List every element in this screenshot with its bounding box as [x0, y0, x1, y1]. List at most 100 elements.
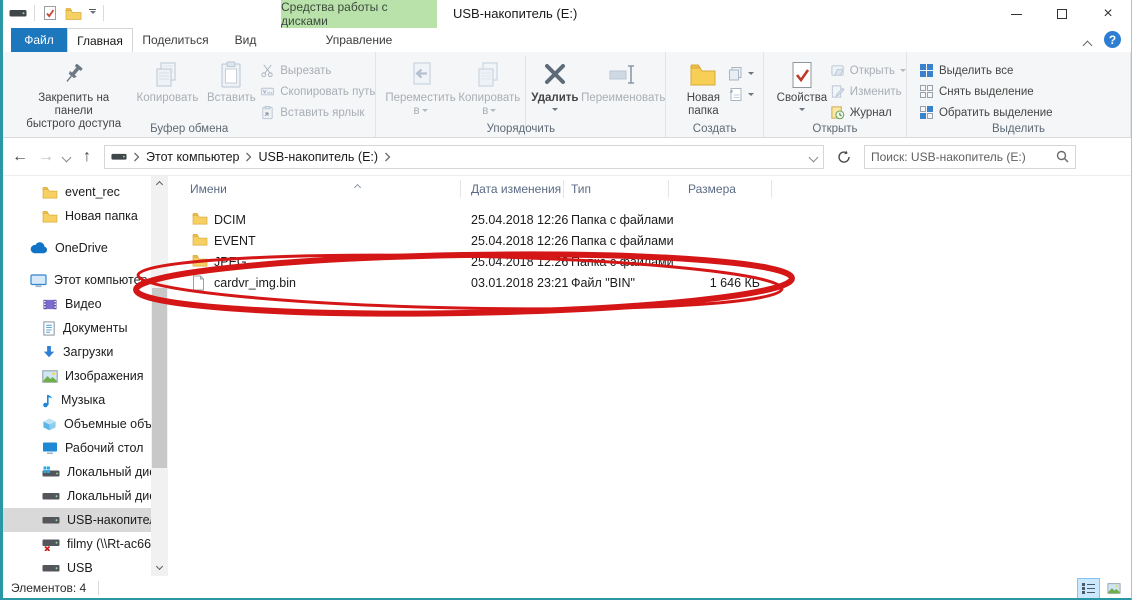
file-icon [192, 275, 205, 291]
properties-button[interactable]: Свойства [774, 56, 830, 114]
open-button[interactable]: Открыть [830, 61, 906, 80]
properties-icon[interactable] [42, 5, 58, 21]
sidebar-item-videos[interactable]: Видео [3, 292, 151, 316]
scroll-down-button[interactable] [151, 559, 168, 576]
table-row-jpeg[interactable]: JPEG 25.04.2018 12:26 Папка с файлами [168, 252, 1131, 273]
tab-share[interactable]: Поделиться [133, 28, 218, 52]
sidebar-item-usb-clipped[interactable]: USB [3, 556, 151, 576]
new-item-menu-button[interactable] [728, 85, 754, 104]
pin-to-quick-access-button[interactable]: Закрепить на панели быстрого доступа [15, 56, 132, 131]
details-view-button[interactable] [1077, 578, 1100, 599]
customize-qat-chevron-icon[interactable] [89, 9, 96, 18]
copy-path-icon [260, 84, 275, 99]
maximize-icon [1057, 9, 1067, 19]
chevron-down-icon [156, 562, 163, 569]
sidebar-item-local-disk-c[interactable]: Локальный диск [3, 460, 151, 484]
copy-button[interactable]: Копировать [132, 56, 202, 105]
ribbon-group-create: Новая папка Создать [666, 52, 764, 137]
sidebar-item-downloads[interactable]: Загрузки [3, 340, 151, 364]
contextual-tab-group: Средства работы с дисками [281, 0, 437, 28]
sidebar-item-pictures[interactable]: Изображения [3, 364, 151, 388]
paste-button[interactable]: Вставить [203, 56, 261, 105]
thumbnails-view-button[interactable] [1102, 578, 1125, 599]
sidebar-item-3d-objects[interactable]: Объемные объе [3, 412, 151, 436]
sidebar-item-documents[interactable]: Документы [3, 316, 151, 340]
paste-shortcut-button[interactable]: Вставить ярлык [260, 103, 375, 122]
thumbnails-view-icon [1107, 583, 1121, 594]
status-bar: Элементов: 4 [3, 576, 1131, 600]
address-bar[interactable]: Этот компьютер USB-накопитель (E:) [104, 145, 824, 169]
folder-icon [42, 210, 58, 223]
select-all-icon [919, 63, 934, 78]
recent-locations-button[interactable] [63, 148, 70, 166]
table-row-cardvr-img-bin[interactable]: cardvr_img.bin 03.01.2018 23:21 Файл "BI… [168, 273, 1131, 294]
maximize-button[interactable] [1039, 0, 1085, 28]
close-button[interactable]: × [1085, 0, 1131, 28]
ribbon-tab-bar: Файл Главная Поделиться Вид Управление ? [3, 28, 1131, 52]
search-box [864, 145, 1076, 169]
sidebar-item-desktop[interactable]: Рабочий стол [3, 436, 151, 460]
column-header-size[interactable]: Размера [688, 182, 736, 196]
music-icon [42, 393, 54, 408]
sidebar-item-network-drive-filmy[interactable]: filmy (\\Rt-ac66u [3, 532, 151, 556]
tab-home[interactable]: Главная [67, 28, 133, 52]
search-input[interactable] [871, 150, 1056, 164]
sidebar-item-this-pc[interactable]: Этот компьютер [3, 268, 151, 292]
refresh-button[interactable] [832, 145, 856, 169]
forward-button[interactable]: → [37, 148, 55, 166]
back-button[interactable]: ← [11, 148, 29, 166]
new-folder-icon [688, 58, 718, 92]
breadcrumb-chevron-icon [245, 152, 252, 162]
column-header-type[interactable]: Тип [571, 182, 591, 196]
column-separator[interactable] [460, 180, 461, 198]
drive-icon [111, 151, 127, 162]
move-to-button[interactable]: Переместить в [384, 56, 456, 118]
tab-file[interactable]: Файл [11, 28, 67, 52]
scrollbar-thumb[interactable] [152, 288, 167, 468]
sidebar-scrollbar[interactable] [151, 176, 168, 576]
column-separator[interactable] [668, 180, 669, 198]
sidebar-item-usb-drive[interactable]: USB-накопитель [3, 508, 151, 532]
edit-button[interactable]: Изменить [830, 82, 906, 101]
invert-selection-button[interactable]: Обратить выделение [919, 103, 1053, 122]
scroll-up-button[interactable] [151, 176, 168, 193]
sidebar-item-music[interactable]: Музыка [3, 388, 151, 412]
table-row-event[interactable]: EVENT 25.04.2018 12:26 Папка с файлами [168, 231, 1131, 252]
breadcrumb-usb-drive[interactable]: USB-накопитель (E:) [258, 150, 378, 164]
column-separator[interactable] [563, 180, 564, 198]
tab-view[interactable]: Вид [218, 28, 273, 52]
delete-button[interactable]: Удалить [529, 56, 581, 114]
address-dropdown-button[interactable] [810, 150, 817, 164]
ribbon: Закрепить на панели быстрого доступа Коп… [3, 52, 1131, 138]
navigation-pane: event_rec Новая папка OneDrive Этот комп… [3, 176, 168, 576]
sidebar-item-event-rec[interactable]: event_rec [3, 180, 151, 204]
column-header-name[interactable]: Имени [190, 182, 227, 196]
breadcrumb-this-pc[interactable]: Этот компьютер [146, 150, 239, 164]
sidebar-item-new-folder[interactable]: Новая папка [3, 204, 151, 228]
3d-objects-icon [42, 417, 57, 432]
help-button[interactable]: ? [1104, 31, 1121, 48]
easy-access-button[interactable] [728, 64, 754, 83]
up-button[interactable]: ↑ [78, 148, 96, 166]
column-header-date[interactable]: Дата изменения [471, 182, 561, 196]
table-row-dcim[interactable]: DCIM 25.04.2018 12:26 Папка с файлами [168, 210, 1131, 231]
sidebar-item-local-disk-d[interactable]: Локальный диск [3, 484, 151, 508]
column-separator[interactable] [771, 180, 772, 198]
new-folder-button[interactable]: Новая папка [678, 56, 728, 118]
toolbar-separator [103, 5, 104, 21]
cut-button[interactable]: Вырезать [260, 61, 375, 80]
paste-shortcut-icon [260, 105, 275, 120]
tab-manage[interactable]: Управление [281, 28, 437, 52]
copy-to-button[interactable]: Копировать в [457, 56, 522, 118]
copy-icon [152, 58, 182, 92]
history-button[interactable]: Журнал [830, 103, 906, 122]
select-none-button[interactable]: Снять выделение [919, 82, 1053, 101]
rename-button[interactable]: Переименовать [581, 56, 665, 105]
minimize-button[interactable] [993, 0, 1039, 28]
copy-path-button[interactable]: Скопировать путь [260, 82, 375, 101]
open-file-icon [830, 63, 845, 78]
select-all-button[interactable]: Выделить все [919, 61, 1053, 80]
search-icon[interactable] [1056, 150, 1069, 163]
new-folder-qat-icon[interactable] [65, 6, 82, 21]
sidebar-item-onedrive[interactable]: OneDrive [3, 236, 151, 260]
